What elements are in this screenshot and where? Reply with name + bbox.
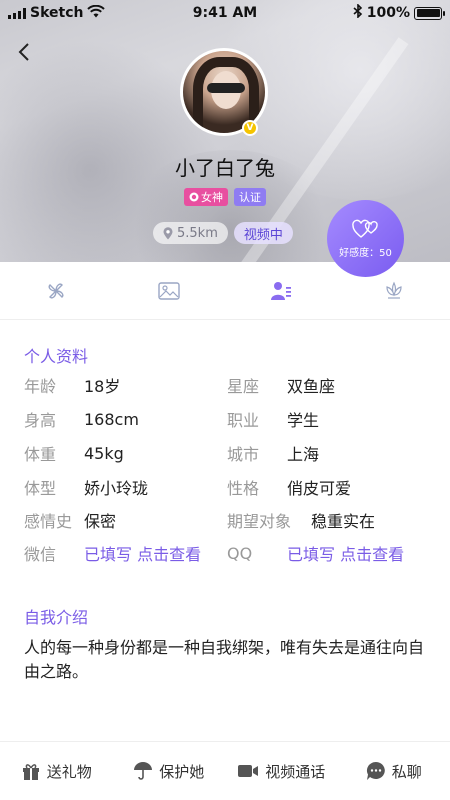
info-row: 年龄 18岁 星座 双鱼座 [24, 377, 336, 396]
goddess-tag: 女神 [184, 188, 228, 206]
info-row: 体型 娇小玲珑 性格 俏皮可爱 [24, 479, 352, 498]
chat-bubble-icon [366, 761, 385, 780]
tab-moments[interactable] [0, 262, 113, 319]
video-camera-icon [238, 765, 259, 777]
gift-box-icon [22, 764, 39, 780]
profile-tabs [0, 262, 450, 320]
status-time: 9:41 AM [192, 5, 258, 21]
umbrella-icon [134, 762, 153, 780]
send-gift-button[interactable]: 送礼物 [0, 761, 113, 782]
hearts-icon [351, 219, 378, 238]
signal-icon [8, 7, 26, 19]
qq-view-link[interactable]: 已填写 点击查看 [287, 541, 404, 565]
info-row: 感情史 保密 期望对象 稳重实在 [24, 512, 376, 531]
profile-info-icon [271, 281, 292, 300]
profile-nickname: 小了白了兔 [175, 156, 275, 180]
gift-lotus-icon [386, 281, 402, 299]
wifi-icon [87, 4, 106, 22]
bluetooth-icon [353, 3, 363, 22]
info-row: 微信 已填写 点击查看 QQ 已填写 点击查看 [24, 538, 434, 568]
image-icon [158, 281, 180, 300]
info-row: 体重 45kg 城市 上海 [24, 443, 320, 465]
location-pin-icon [163, 226, 173, 239]
video-status-chip: 视频中 [233, 222, 293, 244]
self-intro-title: 自我介绍 [24, 608, 89, 627]
carrier-name: Sketch [30, 5, 84, 21]
tab-profile-info[interactable] [225, 262, 338, 319]
status-bar: Sketch 9:41 AM 100% [0, 0, 450, 26]
tab-photos[interactable] [113, 262, 226, 319]
pinwheel-icon [48, 283, 64, 298]
chevron-left-icon [18, 43, 29, 61]
protect-her-button[interactable]: 保护她 [113, 761, 226, 782]
favor-score-label: 好感度：50 [339, 248, 392, 259]
private-chat-button[interactable]: 私聊 [338, 761, 450, 782]
tab-gifts[interactable] [338, 262, 450, 319]
back-button[interactable] [12, 40, 36, 64]
info-row: 身高 168cm 职业 学生 [24, 409, 320, 431]
verified-tag: 认证 [234, 188, 266, 206]
personal-info-title: 个人资料 [24, 347, 89, 366]
goddess-icon [189, 192, 199, 202]
vip-badge-icon: V [242, 120, 258, 136]
self-intro-text: 人的每一种身份都是一种自我绑架，唯有失去是通往向自由之路。 [24, 638, 425, 681]
video-call-button[interactable]: 视频通话 [225, 761, 338, 782]
wechat-view-link[interactable]: 已填写 点击查看 [84, 541, 227, 565]
distance-chip: 5.5km [153, 222, 228, 244]
battery-percent: 100% [366, 5, 410, 21]
battery-icon [414, 6, 445, 20]
bottom-action-bar: 送礼物 保护她 视频通话 私聊 [0, 741, 450, 800]
